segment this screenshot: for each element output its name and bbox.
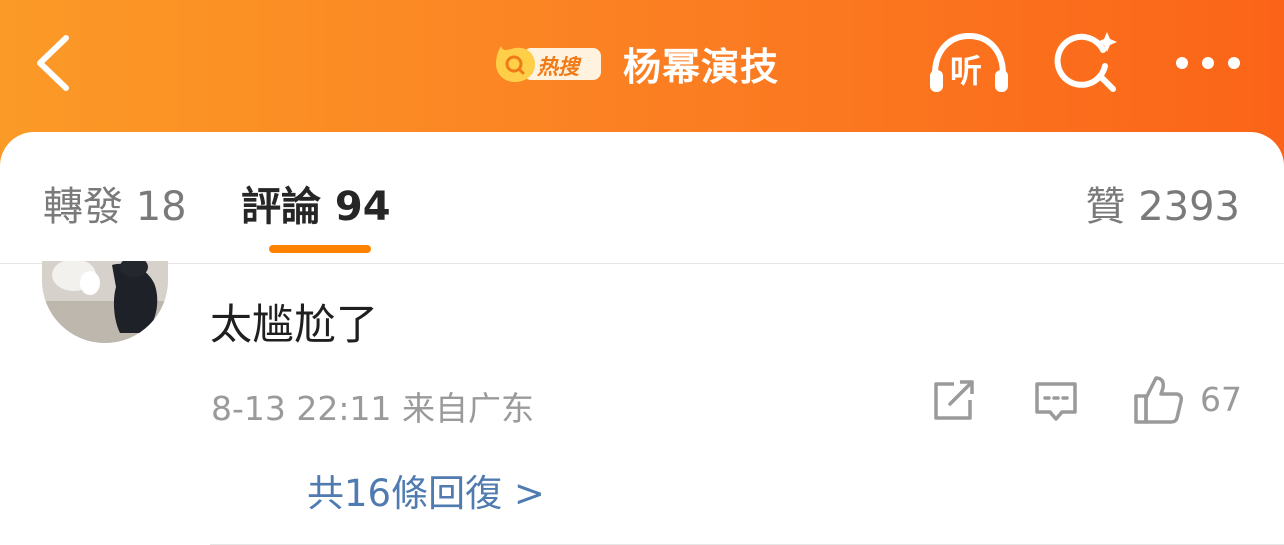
active-tab-indicator xyxy=(269,245,371,253)
tab-likes[interactable]: 贊 2393 xyxy=(1085,174,1240,232)
listen-label: 听 xyxy=(950,52,983,90)
tab-comments[interactable]: 評論 94 xyxy=(241,174,391,232)
like-button[interactable]: 67 xyxy=(1132,374,1244,426)
comment-timestamp: 8-13 22:11 来自广东 xyxy=(211,389,534,428)
share-button[interactable] xyxy=(930,378,978,424)
more-options-button[interactable] xyxy=(1170,50,1246,76)
view-replies-link[interactable]: 共16條回復 > xyxy=(307,463,545,517)
tab-bar: 轉發 18 評論 94 贊 2393 xyxy=(0,132,1284,264)
hot-search-badge[interactable]: 热搜 xyxy=(493,42,603,84)
reply-button[interactable] xyxy=(1032,378,1080,424)
share-icon xyxy=(934,380,974,420)
search-icon xyxy=(1054,32,1117,92)
comment-icon xyxy=(1035,382,1077,421)
hot-search-label: 热搜 xyxy=(537,55,579,79)
tab-reposts[interactable]: 轉發 18 xyxy=(43,174,187,232)
hot-search-icon xyxy=(496,46,535,82)
listen-button[interactable]: 听 xyxy=(926,30,1012,96)
like-count: 67 xyxy=(1200,380,1242,419)
comments-panel: 轉發 18 評論 94 贊 2393 xyxy=(0,132,1284,545)
more-dots-icon xyxy=(1176,57,1240,69)
search-button[interactable] xyxy=(1053,28,1123,98)
chevron-left-icon xyxy=(37,35,69,91)
thumbs-up-icon xyxy=(1134,376,1183,424)
back-button[interactable] xyxy=(30,28,80,98)
page-title: 杨幂演技 xyxy=(623,45,780,89)
comment-text: 太尴尬了 xyxy=(210,300,379,349)
